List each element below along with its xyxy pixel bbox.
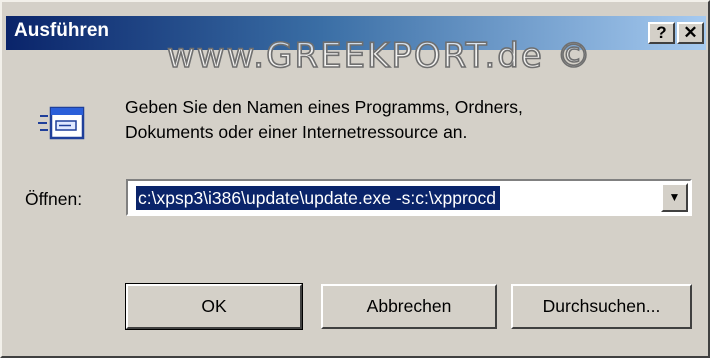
description: Geben Sie den Namen eines Programms, Ord…	[125, 95, 645, 145]
ok-button[interactable]: OK	[125, 283, 303, 330]
run-dialog: Ausführen www.GREEKPORT.de © ? ✕ Geben S…	[0, 0, 710, 358]
watermark: www.GREEKPORT.de ©	[166, 35, 593, 77]
window-title: Ausführen	[14, 20, 109, 41]
close-button[interactable]: ✕	[677, 22, 704, 44]
dropdown-button[interactable]: ▼	[661, 183, 688, 212]
description-line-1: Geben Sie den Namen eines Programms, Ord…	[125, 97, 523, 117]
description-line-2: Dokuments oder einer Internetressource a…	[125, 122, 468, 142]
open-combobox[interactable]: c:\xpsp3\i386\update\update.exe -s:c:\xp…	[126, 179, 692, 216]
help-button[interactable]: ?	[648, 22, 675, 44]
cancel-button[interactable]: Abbrechen	[321, 284, 497, 329]
browse-button[interactable]: Durchsuchen...	[511, 284, 692, 329]
run-program-icon	[38, 106, 85, 140]
open-input[interactable]: c:\xpsp3\i386\update\update.exe -s:c:\xp…	[136, 186, 501, 210]
open-label: Öffnen:	[25, 189, 83, 209]
dropdown-arrow-icon: ▼	[668, 190, 681, 204]
